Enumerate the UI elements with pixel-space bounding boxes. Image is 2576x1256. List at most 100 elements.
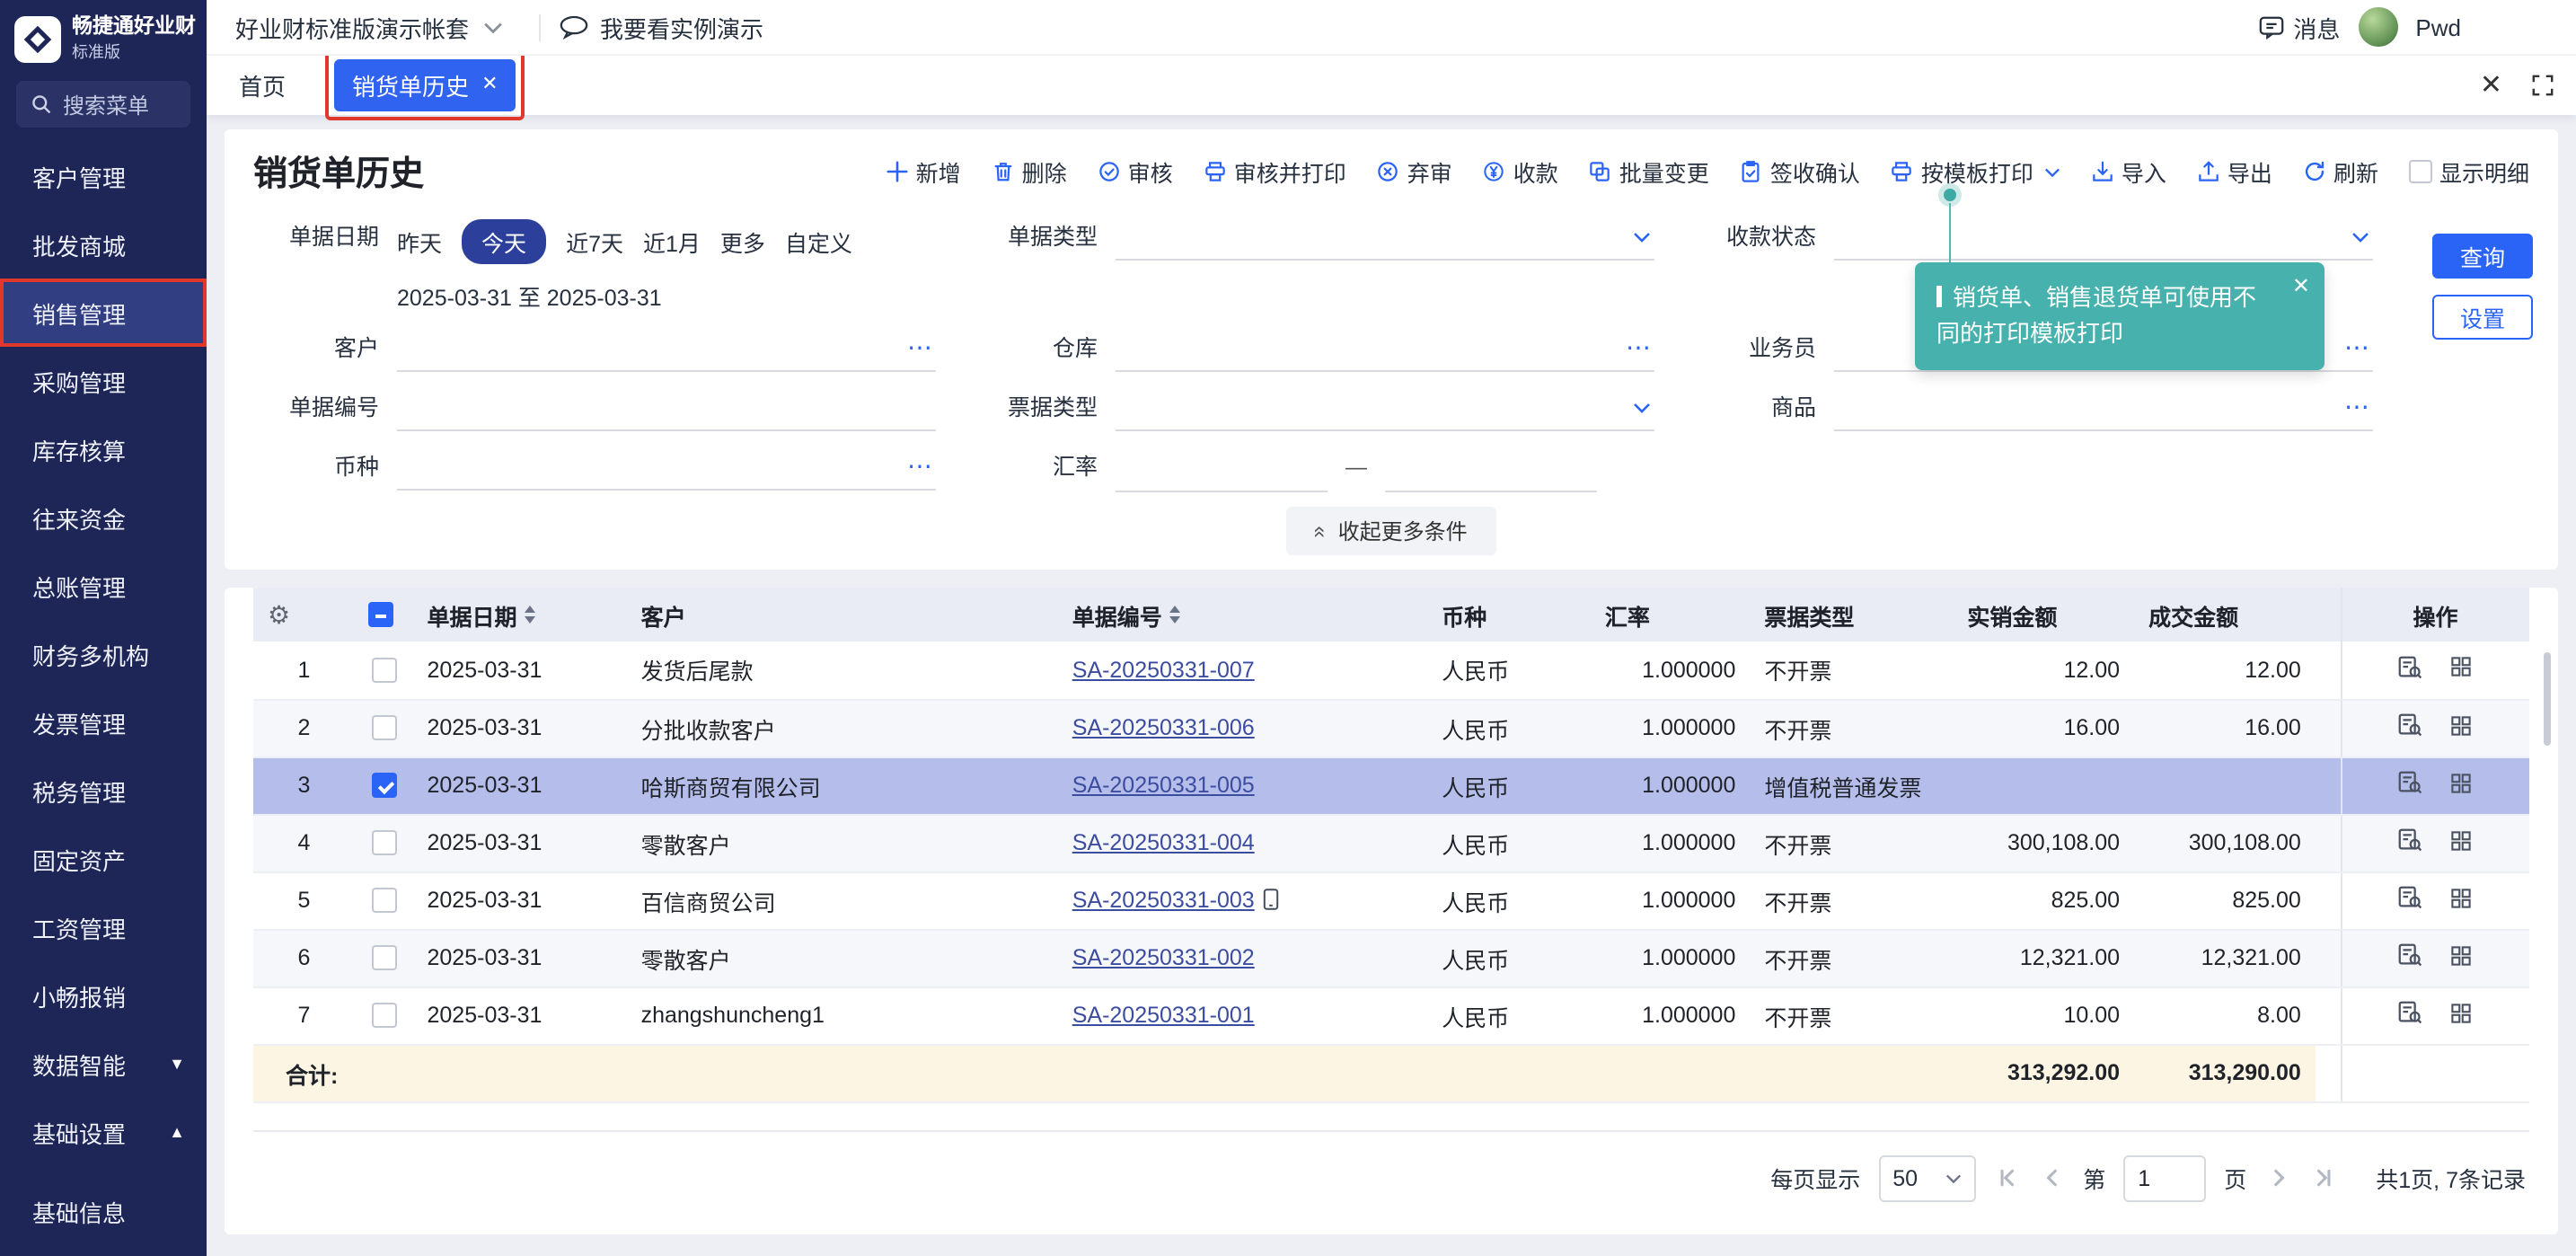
print-preview-icon[interactable] [2397,769,2424,796]
invoice-type-select[interactable] [1116,385,1654,431]
sidebar-item-invoice-mgmt[interactable]: 发票管理 [0,688,207,756]
row-checkbox[interactable] [371,831,396,856]
rate-to-input[interactable] [1385,443,1597,491]
header-bill-date[interactable]: 单据日期 [413,588,627,641]
grid-icon[interactable] [2449,655,2475,680]
table-row[interactable]: 6 2025-03-31 零散客户 SA-20250331-002 人民币 1.… [253,929,2529,986]
batch-change-button[interactable]: 批量变更 [1589,155,1709,189]
sidebar-item-fixed-assets[interactable]: 固定资产 [0,825,207,893]
grid-icon[interactable] [2449,942,2475,968]
column-settings-gear-icon[interactable]: ⚙ [268,599,290,628]
rate-from-input[interactable] [1116,443,1328,491]
sidebar-item-customer-mgmt[interactable]: 客户管理 [0,142,207,210]
sidebar-item-inventory-accounting[interactable]: 库存核算 [0,415,207,483]
sort-icon[interactable] [1169,606,1180,624]
sidebar-item-expense-report[interactable]: 小畅报销 [0,961,207,1030]
sidebar-item-tax-mgmt[interactable]: 税务管理 [0,756,207,825]
goods-input[interactable]: ⋯ [1834,385,2373,431]
customer-input[interactable]: ⋯ [397,325,936,372]
date-range-value[interactable]: 2025-03-31 至 2025-03-31 [397,279,936,313]
ellipsis-picker-icon[interactable]: ⋯ [2344,392,2373,422]
table-row-selected[interactable]: 3 2025-03-31 哈斯商贸有限公司 SA-20250331-005 人民… [253,756,2529,814]
sidebar-search-input[interactable]: 搜索菜单 [16,81,190,128]
ellipsis-picker-icon[interactable]: ⋯ [2344,332,2373,363]
bill-type-select[interactable] [1116,214,1654,261]
table-row[interactable]: 1 2025-03-31 发货后尾款 SA-20250331-007 人民币 1… [253,641,2529,699]
tab-close-icon[interactable]: ✕ [481,75,498,95]
bill-no-link[interactable]: SA-20250331-002 [1072,945,1255,970]
grid-icon[interactable] [2449,712,2475,738]
collapse-filters-button[interactable]: « 收起更多条件 [1286,507,1495,555]
header-bill-no[interactable]: 单据编号 [1058,588,1428,641]
sidebar-item-sales-mgmt[interactable]: 销售管理 [0,279,207,347]
row-checkbox-checked[interactable] [371,774,396,799]
grid-icon[interactable] [2449,1000,2475,1025]
print-preview-icon[interactable] [2397,827,2424,854]
sidebar-item-wholesale-mall[interactable]: 批发商城 [0,210,207,279]
bill-no-link[interactable]: SA-20250331-004 [1072,830,1255,855]
grid-icon[interactable] [2449,885,2475,910]
sign-confirm-button[interactable]: 签收确认 [1740,155,1860,189]
next-page-icon[interactable] [2264,1168,2291,1188]
username[interactable]: Pwd [2415,13,2461,40]
sidebar-item-general-ledger[interactable]: 总账管理 [0,552,207,620]
print-preview-icon[interactable] [2397,884,2424,911]
select-all-checkbox[interactable] [369,603,394,628]
date-quick-more[interactable]: 更多 [720,225,765,259]
grid-icon[interactable] [2449,827,2475,853]
bill-no-link[interactable]: SA-20250331-005 [1072,773,1255,798]
show-detail-checkbox[interactable] [2409,160,2432,183]
page-number-input[interactable] [2123,1154,2206,1201]
sidebar-item-current-funds[interactable]: 往来资金 [0,483,207,552]
abandon-audit-button[interactable]: 弃审 [1377,155,1452,189]
row-checkbox[interactable] [371,658,396,683]
date-quick-custom[interactable]: 自定义 [785,225,852,259]
settings-button[interactable]: 设置 [2432,295,2533,340]
bill-no-link[interactable]: SA-20250331-007 [1072,658,1255,683]
demo-link[interactable]: 我要看实例演示 [559,10,763,44]
audit-button[interactable]: 审核 [1098,155,1173,189]
import-button[interactable]: 导入 [2091,155,2166,189]
sidebar-item-finance-multi-org[interactable]: 财务多机构 [0,620,207,688]
prev-page-icon[interactable] [2038,1168,2065,1188]
query-button[interactable]: 查询 [2432,234,2533,279]
template-print-button[interactable]: 按模板打印 [1891,155,2060,189]
refresh-button[interactable]: 刷新 [2303,155,2378,189]
sidebar-item-payroll-mgmt[interactable]: 工资管理 [0,893,207,961]
row-checkbox[interactable] [371,889,396,914]
currency-input[interactable]: ⋯ [397,444,936,491]
date-quick-yesterday[interactable]: 昨天 [397,225,442,259]
bill-no-link[interactable]: SA-20250331-006 [1072,715,1255,740]
close-all-tabs-icon[interactable]: ✕ [2480,72,2502,99]
ellipsis-picker-icon[interactable]: ⋯ [907,332,936,363]
date-quick-1month[interactable]: 近1月 [643,225,701,259]
fullscreen-icon[interactable] [2531,74,2554,97]
export-button[interactable]: 导出 [2197,155,2272,189]
tab-sales-history[interactable]: 销货单历史 ✕ [334,59,516,111]
add-button[interactable]: 新增 [886,155,961,189]
grid-icon[interactable] [2449,770,2475,795]
vertical-scrollbar[interactable] [2544,652,2551,746]
print-preview-icon[interactable] [2397,654,2424,681]
row-checkbox[interactable] [371,1004,396,1029]
sort-icon[interactable] [525,606,535,624]
ellipsis-picker-icon[interactable]: ⋯ [1626,332,1654,363]
avatar[interactable] [2358,7,2397,47]
table-row[interactable]: 5 2025-03-31 百信商贸公司 SA-20250331-003 人民币 … [253,871,2529,929]
collect-payment-button[interactable]: 收款 [1483,155,1558,189]
last-page-icon[interactable] [2309,1168,2336,1188]
account-selector[interactable]: 好业财标准版演示帐套 [207,10,521,44]
bill-no-link[interactable]: SA-20250331-003 [1072,888,1255,913]
warehouse-input[interactable]: ⋯ [1116,325,1654,372]
tooltip-close-icon[interactable]: ✕ [2292,275,2310,296]
first-page-icon[interactable] [1993,1168,2020,1188]
print-preview-icon[interactable] [2397,999,2424,1026]
ellipsis-picker-icon[interactable]: ⋯ [907,451,936,482]
row-checkbox[interactable] [371,946,396,971]
audit-print-button[interactable]: 审核并打印 [1204,155,1346,189]
per-page-select[interactable]: 50 [1878,1154,1975,1201]
messages-button[interactable]: 消息 [2257,10,2340,44]
table-row[interactable]: 7 2025-03-31 zhangshuncheng1 SA-20250331… [253,986,2529,1044]
print-preview-icon[interactable] [2397,712,2424,739]
date-quick-7days[interactable]: 近7天 [566,225,623,259]
